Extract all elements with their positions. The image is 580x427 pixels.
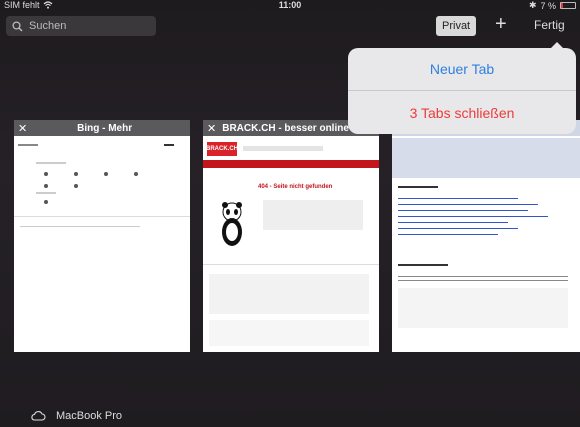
panda-icon <box>222 202 242 246</box>
tab-card[interactable]: ✕ Bing - Mehr <box>14 120 190 352</box>
status-right: ✱ 7 % <box>529 0 576 11</box>
new-tab-button[interactable]: + <box>495 14 507 34</box>
tab-titlebar: ✕ Bing - Mehr <box>14 120 190 136</box>
close-tabs-menu-item[interactable]: 3 Tabs schließen <box>348 91 576 134</box>
tab-card[interactable]: ✕ BRACK.CH - besser online einkaufen BRA… <box>203 120 379 352</box>
done-button[interactable]: Fertig <box>534 18 565 32</box>
new-tab-popover: Neuer Tab 3 Tabs schließen <box>348 48 576 134</box>
search-icon <box>12 20 23 31</box>
brack-logo: BRACK.CH <box>206 142 238 156</box>
search-input[interactable]: Suchen <box>6 16 156 36</box>
status-bar: SIM fehlt 11:00 ✱ 7 % <box>0 0 580 12</box>
tab-card[interactable] <box>392 120 580 352</box>
battery-icon <box>560 2 576 9</box>
private-button[interactable]: Privat <box>436 16 477 36</box>
icloud-device-row[interactable]: MacBook Pro <box>30 410 122 422</box>
device-name: MacBook Pro <box>56 410 123 422</box>
close-tab-icon[interactable]: ✕ <box>18 122 27 135</box>
cloud-icon <box>31 411 46 421</box>
battery-percent: 7 % <box>540 0 556 11</box>
tab-title: Bing - Mehr <box>77 122 133 134</box>
new-tab-menu-item[interactable]: Neuer Tab <box>348 48 576 91</box>
search-placeholder: Suchen <box>29 20 67 32</box>
close-tab-icon[interactable]: ✕ <box>207 122 216 135</box>
bluetooth-icon: ✱ <box>528 0 537 10</box>
clock: 11:00 <box>278 0 302 10</box>
error-heading: 404 - Seite nicht gefunden <box>258 184 333 190</box>
